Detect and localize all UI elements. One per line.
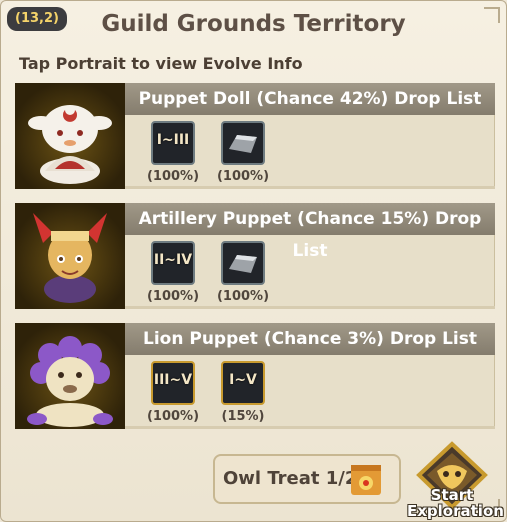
drop-chance-text: (100%) (146, 289, 200, 304)
drop-chance-text: (100%) (146, 409, 200, 424)
silver-ingot-icon (229, 135, 257, 153)
page-title: Guild Grounds Territory (101, 11, 406, 37)
drop-list-header: Artillery Puppet (Chance 15%) Drop List (125, 203, 495, 261)
drop-chance-text: (100%) (146, 169, 200, 184)
territory-panel: (13,2) Guild Grounds Territory Tap Portr… (0, 0, 507, 522)
lion-puppet-icon (27, 336, 113, 427)
silver-ingot-icon[interactable] (221, 121, 265, 165)
frame-corner-decoration (484, 7, 500, 23)
start-exploration-button[interactable]: Start Exploration (407, 441, 504, 521)
drop-list-header: Puppet Doll (Chance 42%) Drop List (125, 83, 495, 115)
evolve-scroll-icon[interactable]: I~III (151, 121, 195, 165)
puppet-doll-icon (28, 105, 112, 184)
card-divider (125, 426, 495, 429)
artillery-puppet-icon (33, 213, 107, 303)
monster-card-puppet-doll: Puppet Doll (Chance 42%) Drop List I~III… (15, 83, 495, 189)
evolve-scroll-icon[interactable]: II~IV (151, 241, 195, 285)
card-divider (125, 306, 495, 309)
monster-card-artillery-puppet: Artillery Puppet (Chance 15%) Drop List … (15, 203, 495, 309)
silver-ingot-icon[interactable] (221, 241, 265, 285)
owl-treat-box[interactable]: Owl Treat 1/25 (213, 454, 401, 504)
drop-chance-text: (15%) (221, 409, 265, 424)
silver-ingot-icon (229, 255, 257, 273)
evolve-scroll-gold-icon[interactable]: I~V (221, 361, 265, 405)
portrait-puppet-doll[interactable] (15, 83, 125, 189)
evolve-scroll-icon[interactable]: III~V (151, 361, 195, 405)
portrait-artillery-puppet[interactable] (15, 203, 125, 309)
owl-treat-bag-icon (351, 465, 381, 495)
drop-chance-text: (100%) (216, 289, 270, 304)
drop-list-header: Lion Puppet (Chance 3%) Drop List (125, 323, 495, 355)
card-divider (125, 186, 495, 189)
instruction-text: Tap Portrait to view Evolve Info (19, 54, 303, 73)
start-exploration-label: Start Exploration (407, 486, 504, 520)
portrait-lion-puppet[interactable] (15, 323, 125, 429)
monster-card-lion-puppet: Lion Puppet (Chance 3%) Drop List III~V … (15, 323, 495, 429)
drop-chance-text: (100%) (216, 169, 270, 184)
